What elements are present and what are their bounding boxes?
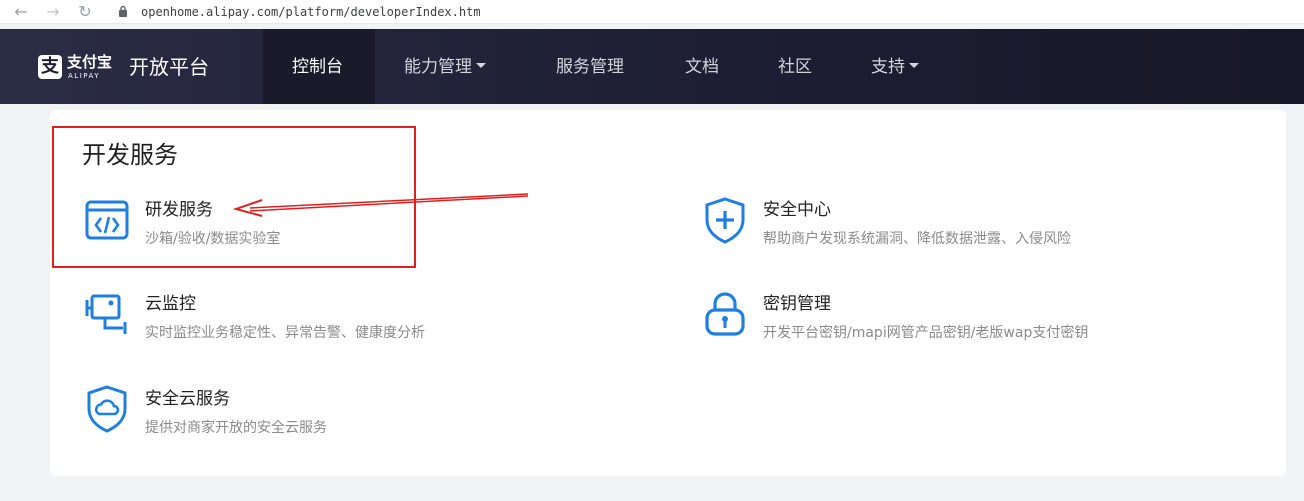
code-window-icon[interactable] [85, 196, 129, 244]
service-title-cloud-monitor[interactable]: 云监控 [145, 293, 196, 315]
nav-item-docs[interactable]: 文档 [685, 56, 719, 78]
back-arrow-icon[interactable]: ← [12, 3, 30, 21]
nav-item-label: 控制台 [292, 57, 343, 77]
platform-title[interactable]: 开放平台 [129, 54, 209, 80]
lock-icon [119, 5, 127, 17]
nav-item-console[interactable]: 控制台 [292, 56, 343, 78]
service-desc-rd: 沙箱/验收/数据实验室 [145, 231, 281, 247]
nav-item-service-management[interactable]: 服务管理 [556, 56, 624, 78]
nav-item-label: 文档 [685, 57, 719, 77]
logo-subtext: ALIPAY [68, 72, 101, 80]
service-desc-security-cloud: 提供对商家开放的安全云服务 [145, 420, 327, 436]
nav-item-label: 支持 [871, 57, 905, 77]
nav-item-support[interactable]: 支持 [871, 56, 919, 78]
service-title-rd[interactable]: 研发服务 [145, 199, 213, 221]
lock-icon[interactable] [703, 290, 747, 338]
nav-item-community[interactable]: 社区 [778, 56, 812, 78]
alipay-logo-icon[interactable]: 支 [38, 55, 62, 79]
shield-plus-icon[interactable] [703, 196, 747, 244]
service-desc-cloud-monitor: 实时监控业务稳定性、异常告警、健康度分析 [145, 325, 425, 341]
monitor-camera-icon[interactable] [85, 290, 129, 338]
service-title-security-cloud[interactable]: 安全云服务 [145, 388, 230, 410]
nav-item-label: 社区 [778, 57, 812, 77]
logo-text: 支付宝 [67, 53, 113, 71]
shield-cloud-icon[interactable] [85, 385, 129, 433]
top-navigation: 支 支付宝 ALIPAY 开放平台 控制台 能力管理 服务管理 文档 社区 支持 [0, 29, 1304, 104]
chevron-down-icon [476, 63, 486, 68]
section-title: 开发服务 [82, 141, 178, 169]
service-title-security-center[interactable]: 安全中心 [763, 199, 831, 221]
reload-icon[interactable]: ↻ [76, 3, 94, 21]
forward-arrow-icon[interactable]: → [44, 3, 62, 21]
browser-bar: ← → ↻ openhome.alipay.com/platform/devel… [0, 0, 1304, 24]
service-title-key-management[interactable]: 密钥管理 [763, 293, 831, 315]
address-bar-url[interactable]: openhome.alipay.com/platform/developerIn… [141, 4, 481, 20]
service-desc-security-center: 帮助商户发现系统漏洞、降低数据泄露、入侵风险 [763, 231, 1071, 247]
service-desc-key-management: 开发平台密钥/mapi网管产品密钥/老版wap支付密钥 [763, 325, 1089, 341]
nav-item-capability[interactable]: 能力管理 [404, 56, 486, 78]
nav-item-label: 服务管理 [556, 57, 624, 77]
nav-item-label: 能力管理 [404, 57, 472, 77]
chevron-down-icon [909, 63, 919, 68]
